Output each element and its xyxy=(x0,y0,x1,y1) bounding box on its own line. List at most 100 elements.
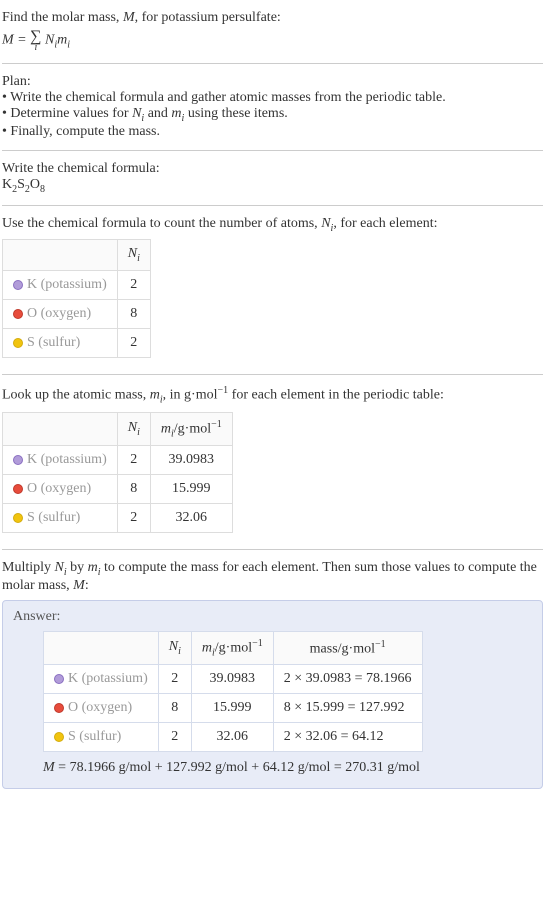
header-m-text: m xyxy=(202,641,212,656)
plan-b2-post: using these items. xyxy=(184,106,287,121)
element-cell: O (oxygen) xyxy=(3,300,118,329)
table-header-empty xyxy=(3,240,118,271)
plan-bullet-1: • Write the chemical formula and gather … xyxy=(2,90,543,106)
element-dot-icon xyxy=(13,455,23,465)
plan-title: Plan: xyxy=(2,74,543,90)
intro-text-post: , for potassium persulfate: xyxy=(135,10,281,25)
answer-box: Answer: Ni mi/g·mol−1 mass/g·mol−1 K (po… xyxy=(2,600,543,789)
header-m-sup: −1 xyxy=(211,419,222,430)
intro-line: Find the molar mass, M, for potassium pe… xyxy=(2,10,543,26)
formula-eq: = xyxy=(14,33,30,48)
intro-text-pre: Find the molar mass, xyxy=(2,10,123,25)
element-sym: K xyxy=(27,452,37,467)
header-n-sub: i xyxy=(137,427,140,438)
formula-lhs: M xyxy=(2,33,14,48)
element-dot-icon xyxy=(13,309,23,319)
calc-value: 2 × 32.06 = 64.12 xyxy=(273,723,422,752)
compute-by: by xyxy=(67,560,88,575)
mass-title-pre: Look up the atomic mass, xyxy=(2,388,150,403)
element-sym: O xyxy=(68,700,78,715)
table-header-empty xyxy=(44,631,159,664)
count-value: 2 xyxy=(117,446,150,475)
mass-value: 39.0983 xyxy=(150,446,232,475)
mass-table: Ni m i/g·mol−1 K (potassium) 2 39.0983 O … xyxy=(2,412,233,533)
divider xyxy=(2,150,543,151)
compute-m: m xyxy=(88,560,98,575)
plan-b2-and: and xyxy=(144,106,171,121)
element-dot-icon xyxy=(13,513,23,523)
element-name: (sulfur) xyxy=(35,510,81,525)
compute-post: : xyxy=(85,578,89,593)
header-n-text: N xyxy=(169,639,178,654)
chem-k: K xyxy=(2,177,12,192)
intro-formula: M = ∑i Nimi xyxy=(2,28,543,53)
header-n-sub: i xyxy=(178,646,181,657)
element-sym: O xyxy=(27,481,37,496)
element-sym: K xyxy=(27,277,37,292)
element-name: (sulfur) xyxy=(35,335,81,350)
count-value: 2 xyxy=(158,665,191,694)
table-header-n: Ni xyxy=(117,412,150,445)
element-name: (oxygen) xyxy=(37,306,91,321)
table-row: K (potassium) 2 39.0983 2 × 39.0983 = 78… xyxy=(44,665,423,694)
compute-mvar: M xyxy=(73,578,85,593)
plan-b2-pre: • Determine values for xyxy=(2,106,132,121)
element-dot-icon xyxy=(54,674,64,684)
header-n-text: N xyxy=(128,246,137,261)
chem-o: O xyxy=(30,177,40,192)
header-m-text: m xyxy=(161,421,171,436)
element-name: (oxygen) xyxy=(37,481,91,496)
header-mass-text: mass/g·mol xyxy=(310,641,375,656)
final-equation: M = 78.1966 g/mol + 127.992 g/mol + 64.1… xyxy=(43,760,532,776)
element-dot-icon xyxy=(13,484,23,494)
mass-value: 32.06 xyxy=(191,723,273,752)
count-section: Use the chemical formula to count the nu… xyxy=(2,210,543,371)
count-title-n: N xyxy=(321,216,330,231)
mass-title-post: for each element in the periodic table: xyxy=(228,388,444,403)
chem-formula-section: Write the chemical formula: K2S2O8 xyxy=(2,155,543,201)
intro-var-m: M xyxy=(123,10,135,25)
divider xyxy=(2,374,543,375)
divider xyxy=(2,205,543,206)
calc-value: 2 × 39.0983 = 78.1966 xyxy=(273,665,422,694)
table-row: K (potassium) 2 xyxy=(3,271,151,300)
table-row: O (oxygen) 8 xyxy=(3,300,151,329)
element-cell: S (sulfur) xyxy=(3,329,118,358)
formula-m-sub: i xyxy=(67,40,70,51)
element-cell: O (oxygen) xyxy=(3,475,118,504)
chem-s: S xyxy=(17,177,25,192)
count-title: Use the chemical formula to count the nu… xyxy=(2,216,543,234)
intro-section: Find the molar mass, M, for potassium pe… xyxy=(2,4,543,59)
header-m-unit: /g·mol xyxy=(174,421,211,436)
count-title-post: , for each element: xyxy=(333,216,437,231)
table-row: S (sulfur) 2 32.06 2 × 32.06 = 64.12 xyxy=(44,723,423,752)
element-cell: K (potassium) xyxy=(3,271,118,300)
plan-bullet-2: • Determine values for Ni and mi using t… xyxy=(2,106,543,124)
element-dot-icon xyxy=(54,703,64,713)
table-header-row: Ni m i/g·mol−1 xyxy=(3,412,233,445)
header-m-sup: −1 xyxy=(252,638,263,649)
answer-table: Ni mi/g·mol−1 mass/g·mol −1 K (potassium)… xyxy=(43,631,423,752)
chem-formula: K2S2O8 xyxy=(2,177,543,195)
table-header-empty xyxy=(3,412,118,445)
final-rhs: = 78.1966 g/mol + 127.992 g/mol + 64.12 … xyxy=(55,760,420,775)
count-value: 2 xyxy=(117,271,150,300)
count-value: 2 xyxy=(117,504,150,533)
element-name: (potassium) xyxy=(78,671,148,686)
count-table: Ni K (potassium) 2 O (oxygen) 8 S (sulfu… xyxy=(2,239,151,358)
count-value: 8 xyxy=(158,694,191,723)
table-row: K (potassium) 2 39.0983 xyxy=(3,446,233,475)
mass-title-m: m xyxy=(150,388,160,403)
table-header-n: Ni xyxy=(158,631,191,664)
mass-section: Look up the atomic mass, mi, in g·mol−1 … xyxy=(2,379,543,545)
compute-n: N xyxy=(55,560,64,575)
table-header-n: Ni xyxy=(117,240,150,271)
count-value: 2 xyxy=(117,329,150,358)
compute-section: Multiply Ni by mi to compute the mass fo… xyxy=(2,554,543,795)
element-cell: S (sulfur) xyxy=(44,723,159,752)
header-n-sub: i xyxy=(137,253,140,264)
sigma-block: ∑i xyxy=(30,28,41,53)
table-header-m: mi/g·mol−1 xyxy=(191,631,273,664)
element-cell: S (sulfur) xyxy=(3,504,118,533)
element-dot-icon xyxy=(54,732,64,742)
